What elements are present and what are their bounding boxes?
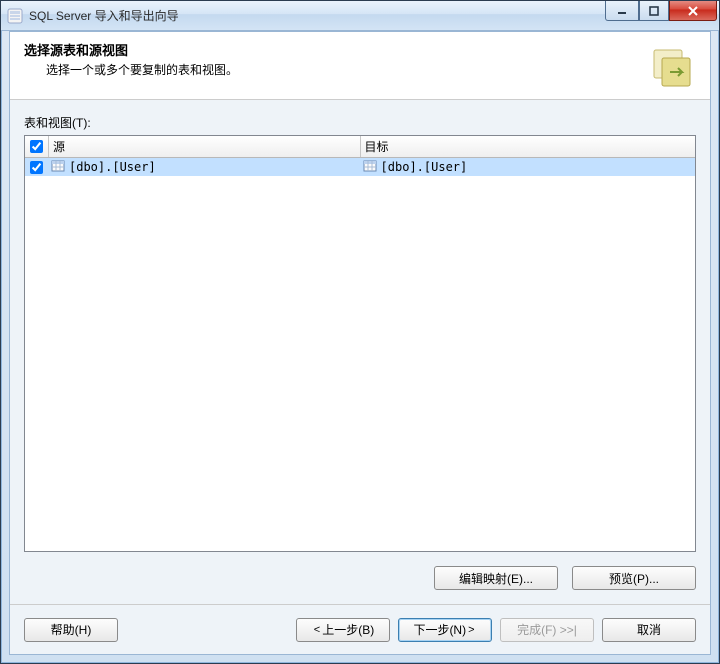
window-title: SQL Server 导入和导出向导	[29, 7, 605, 24]
wizard-footer: 帮助(H) < 上一步(B) 下一步(N) > 完成(F) >>| 取消	[10, 604, 710, 654]
grid-action-buttons: 编辑映射(E)... 预览(P)...	[24, 566, 696, 590]
finish-button: 完成(F) >>|	[500, 618, 594, 642]
row-target-cell[interactable]: [dbo].[User]	[361, 159, 695, 176]
table-icon	[363, 159, 377, 176]
wizard-body: 表和视图(T): 源 目标 [dbo].[User][dbo].[User] 编	[10, 100, 710, 604]
select-all-checkbox[interactable]	[30, 140, 43, 153]
cancel-button[interactable]: 取消	[602, 618, 696, 642]
wizard-header: 选择源表和源视图 选择一个或多个要复制的表和视图。	[10, 32, 710, 100]
tables-grid[interactable]: 源 目标 [dbo].[User] [dbo].[User]	[24, 135, 696, 552]
page-title: 选择源表和源视图	[24, 40, 648, 59]
app-icon	[7, 8, 23, 24]
help-button[interactable]: 帮助(H)	[24, 618, 118, 642]
tables-label: 表和视图(T):	[24, 114, 696, 131]
next-button-label: 下一步(N)	[413, 621, 466, 638]
table-row[interactable]: [dbo].[User] [dbo].[User]	[25, 158, 695, 176]
column-header-source[interactable]: 源	[49, 136, 361, 157]
grid-body[interactable]: [dbo].[User] [dbo].[User]	[25, 158, 695, 551]
row-checkbox[interactable]	[30, 161, 43, 174]
row-target-text: [dbo].[User]	[381, 160, 468, 174]
column-header-target[interactable]: 目标	[361, 136, 695, 157]
column-header-check[interactable]	[25, 136, 49, 157]
titlebar[interactable]: SQL Server 导入和导出向导	[1, 1, 719, 31]
maximize-button[interactable]	[639, 1, 669, 21]
next-button[interactable]: 下一步(N) >	[398, 618, 492, 642]
table-icon	[51, 159, 65, 176]
edit-mapping-button[interactable]: 编辑映射(E)...	[434, 566, 558, 590]
preview-button[interactable]: 预览(P)...	[572, 566, 696, 590]
row-source-cell[interactable]: [dbo].[User]	[49, 159, 361, 176]
wizard-window: SQL Server 导入和导出向导 选择源表和源视图 选择一个或多个要复制的表…	[0, 0, 720, 664]
page-subtitle: 选择一个或多个要复制的表和视图。	[46, 61, 648, 78]
minimize-button[interactable]	[605, 1, 639, 21]
wizard-icon	[648, 44, 696, 92]
column-header-target-label: 目标	[365, 138, 389, 155]
client-area: 选择源表和源视图 选择一个或多个要复制的表和视图。 表和视图(T):	[9, 31, 711, 655]
row-source-text: [dbo].[User]	[69, 160, 156, 174]
grid-header: 源 目标	[25, 136, 695, 158]
chevron-right-icon: >	[468, 624, 474, 636]
row-check-cell[interactable]	[25, 161, 49, 174]
back-button[interactable]: < 上一步(B)	[296, 618, 390, 642]
close-button[interactable]	[669, 1, 717, 21]
chevron-left-icon: <	[314, 624, 320, 636]
column-header-source-label: 源	[53, 138, 65, 155]
window-buttons	[605, 1, 719, 30]
back-button-label: 上一步(B)	[322, 621, 374, 638]
